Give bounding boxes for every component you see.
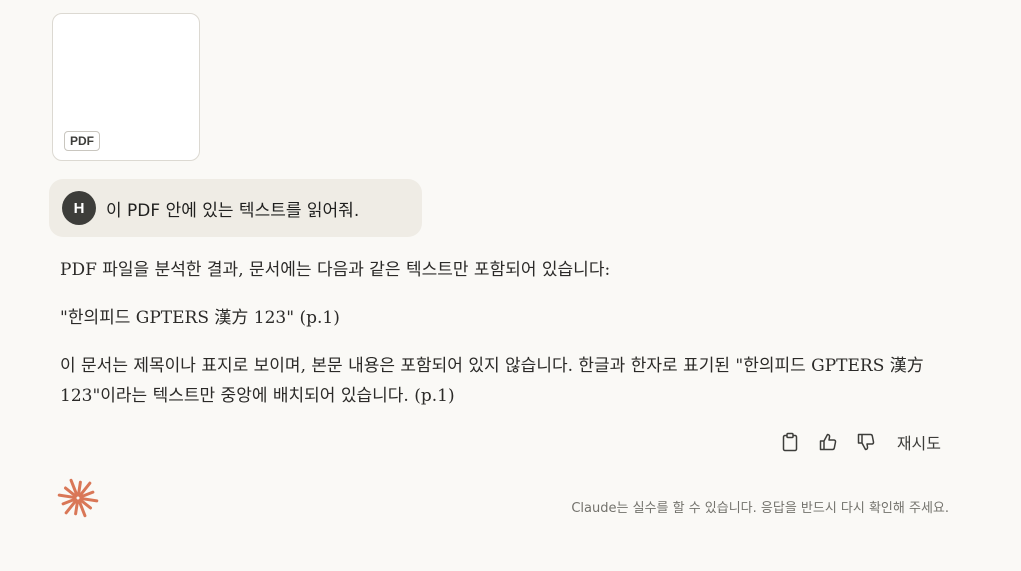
user-message-text: 이 PDF 안에 있는 텍스트를 읽어줘. bbox=[106, 200, 360, 221]
claude-starburst-icon bbox=[57, 477, 99, 519]
clipboard-icon[interactable] bbox=[779, 431, 801, 453]
chat-page: PDF H 이 PDF 안에 있는 텍스트를 읽어줘. PDF 파일을 분석한 … bbox=[0, 0, 1021, 571]
assistant-response: PDF 파일을 분석한 결과, 문서에는 다음과 같은 텍스트만 포함되어 있습… bbox=[60, 255, 940, 429]
user-avatar: H bbox=[62, 191, 96, 225]
response-paragraph: "한의피드 GPTERS 漢方 123" (p.1) bbox=[60, 308, 340, 328]
retry-button[interactable]: 재시도 bbox=[897, 430, 941, 454]
thumbs-up-icon[interactable] bbox=[817, 431, 839, 453]
pdf-badge: PDF bbox=[64, 131, 100, 151]
response-paragraph: 이 문서는 제목이나 표지로 보이며, 본문 내용은 포함되어 있지 않습니다.… bbox=[60, 356, 924, 406]
thumbs-down-icon[interactable] bbox=[855, 431, 877, 453]
user-message-bubble: H 이 PDF 안에 있는 텍스트를 읽어줘. bbox=[49, 179, 422, 237]
disclaimer-text: Claude는 실수를 할 수 있습니다. 응답을 반드시 다시 확인해 주세요… bbox=[571, 501, 949, 516]
response-actions: 재시도 bbox=[763, 430, 941, 454]
pdf-attachment-thumbnail[interactable]: PDF bbox=[52, 13, 200, 161]
response-paragraph: PDF 파일을 분석한 결과, 문서에는 다음과 같은 텍스트만 포함되어 있습… bbox=[60, 260, 611, 280]
